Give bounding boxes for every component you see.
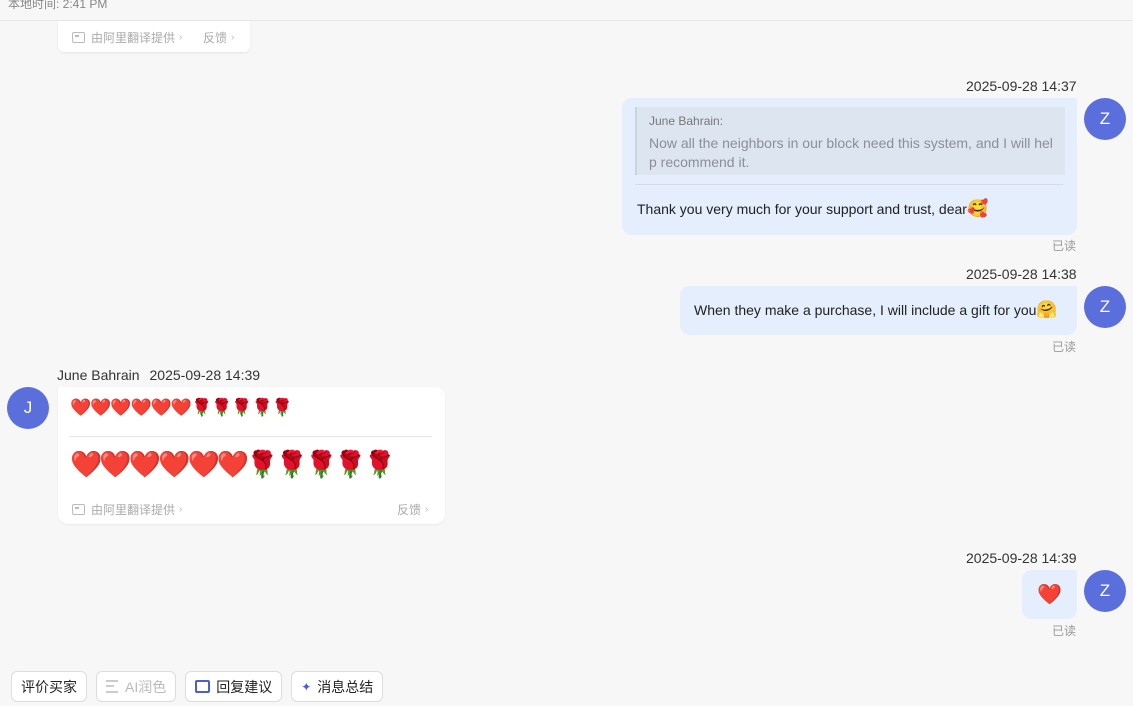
translate-icon [72, 32, 85, 43]
message-bubble[interactable]: ❤️ [1022, 570, 1077, 619]
quote-text: Now all the neighbors in our block need … [649, 135, 1053, 170]
read-status: 已读 [1052, 239, 1077, 253]
message-text: Thank you very much for your support and… [637, 199, 988, 218]
read-status: 已读 [1052, 340, 1077, 354]
translation-provider: 由阿里翻译提供 › [72, 29, 182, 46]
reply-suggestion-icon [195, 680, 211, 693]
message-bubble[interactable]: June Bahrain: Now all the neighbors in o… [622, 98, 1077, 235]
avatar[interactable]: J [7, 387, 49, 429]
message-translated-text: ❤️❤️❤️❤️❤️❤️🌹🌹🌹🌹🌹 [70, 449, 396, 479]
message-timestamp: 2025-09-28 14:39 [966, 550, 1077, 566]
sparkle-icon: ✦ [301, 679, 312, 694]
divider [70, 436, 432, 437]
rate-buyer-button[interactable]: 评价买家 [11, 671, 87, 702]
quick-action-toolbar: 评价买家 AI润色 回复建议 ✦ 消息总结 [11, 671, 384, 702]
message-bubble[interactable]: ❤️❤️❤️❤️❤️❤️🌹🌹🌹🌹🌹 ❤️❤️❤️❤️❤️❤️🌹🌹🌹🌹🌹 由阿里翻… [58, 387, 445, 524]
sender-name: June Bahrain [57, 367, 140, 383]
message-bubble[interactable]: When they make a purchase, I will includ… [680, 286, 1077, 335]
message-timestamp: 2025-09-28 14:39 [149, 367, 261, 383]
feedback-link[interactable]: 反馈 › [203, 29, 234, 46]
quote-sender: June Bahrain: [649, 114, 724, 128]
reply-suggestion-button[interactable]: 回复建议 [185, 671, 283, 702]
avatar[interactable]: Z [1084, 286, 1126, 328]
feedback-link[interactable]: 反馈 › [397, 501, 428, 518]
quoted-message[interactable]: June Bahrain: Now all the neighbors in o… [635, 107, 1065, 175]
chevron-right-icon: › [179, 32, 183, 43]
ai-polish-button[interactable]: AI润色 [96, 671, 177, 702]
chat-header: 本地时间: 2:41 PM [0, 0, 1133, 21]
local-time: 本地时间: 2:41 PM [8, 0, 108, 11]
heart-emoji: ❤️ [1037, 584, 1062, 606]
avatar[interactable]: Z [1084, 570, 1126, 612]
avatar[interactable]: Z [1084, 98, 1126, 140]
translation-footer-card: 由阿里翻译提供 › 反馈 › [58, 21, 250, 52]
divider [635, 184, 1063, 185]
message-timestamp: 2025-09-28 14:38 [966, 266, 1077, 282]
message-summary-button[interactable]: ✦ 消息总结 [291, 671, 384, 702]
chevron-right-icon: › [231, 32, 235, 43]
translation-provider: 由阿里翻译提供 › [72, 501, 182, 518]
translate-icon [72, 504, 85, 515]
message-original-text: ❤️❤️❤️❤️❤️❤️🌹🌹🌹🌹🌹 [70, 398, 293, 417]
read-status: 已读 [1052, 624, 1077, 638]
hugging-emoji: 🤗 [1036, 300, 1057, 319]
message-text: When they make a purchase, I will includ… [694, 300, 1058, 319]
message-timestamp: 2025-09-28 14:37 [966, 78, 1077, 94]
chevron-right-icon: › [425, 504, 429, 515]
smiling-hearts-emoji: 🥰 [966, 199, 988, 218]
sender-line: June Bahrain 2025-09-28 14:39 [57, 367, 260, 383]
chevron-right-icon: › [179, 504, 183, 515]
polish-icon [106, 680, 118, 693]
